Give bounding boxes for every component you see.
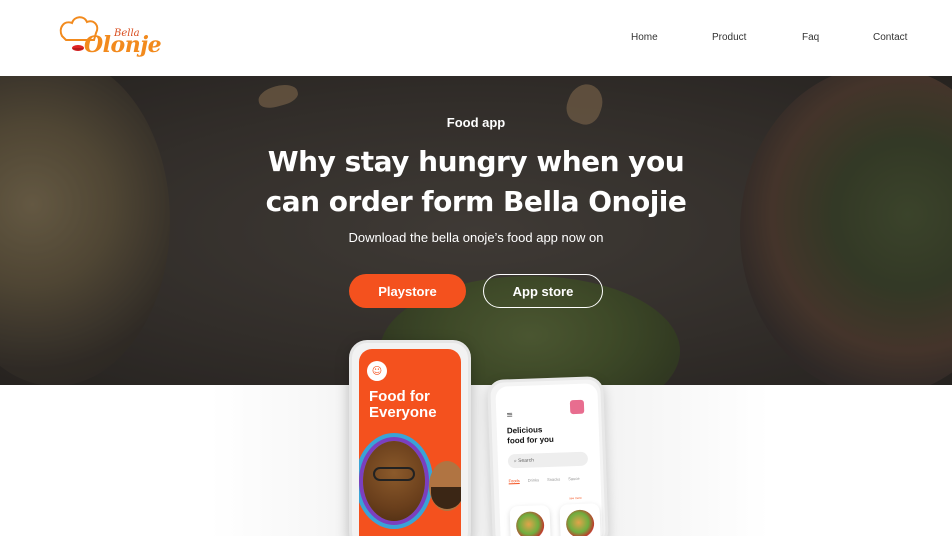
dish-image <box>565 509 595 536</box>
splash-title: Food for Everyone <box>369 389 459 421</box>
phone-screen: ☺ Food for Everyone <box>359 349 461 536</box>
app-store-button[interactable]: App store <box>483 274 603 308</box>
menu-icon: ≡ <box>506 410 514 420</box>
playstore-button[interactable]: Playstore <box>349 274 466 308</box>
hero-subtitle: Download the bella onoje’s food app now … <box>348 230 604 245</box>
glasses-illustration <box>373 467 415 481</box>
nav-contact[interactable]: Contact <box>873 32 907 43</box>
tab-snacks: Snacks <box>546 476 561 483</box>
food-card <box>559 503 601 536</box>
tab-sauce: Sauce <box>568 475 580 482</box>
phone-mockup-home: ≡ Delicious food for you ⌕ Search Foods … <box>487 376 609 536</box>
nav-product[interactable]: Product <box>712 32 746 43</box>
splash-title-line: Everyone <box>369 404 437 421</box>
phone-mockup-splash: ☺ Food for Everyone <box>349 340 471 536</box>
hero-title: Why stay hungry when you can order form … <box>0 142 952 222</box>
site-header: Bella Olonje Home Product Faq Contact <box>0 0 952 76</box>
hero-title-line: Why stay hungry when you <box>267 145 685 178</box>
splash-title-line: Food for <box>369 388 430 405</box>
home-title: Delicious food for you <box>507 424 588 447</box>
category-tabs: Foods Drinks Snacks Sauce <box>508 475 599 485</box>
character-illustration <box>363 441 425 521</box>
dish-image <box>515 511 545 536</box>
phone-screen: ≡ Delicious food for you ⌕ Search Foods … <box>495 383 603 536</box>
tab-foods: Foods <box>508 477 520 485</box>
bella-olonje-logo[interactable]: Bella Olonje <box>56 14 162 64</box>
see-more-link: see more <box>569 495 582 501</box>
logo-text-big: Olonje <box>84 32 162 58</box>
user-avatar-icon <box>569 399 585 415</box>
home-title-line: food for you <box>507 434 554 446</box>
hero-kicker: Food app <box>446 115 506 130</box>
app-preview-section <box>0 385 952 536</box>
search-placeholder: Search <box>518 457 535 465</box>
app-logo-icon: ☺ <box>367 361 387 381</box>
nav-home[interactable]: Home <box>631 32 658 43</box>
hero-title-line: can order form Bella Onojie <box>265 185 687 218</box>
tab-drinks: Drinks <box>527 477 540 483</box>
nav-faq[interactable]: Faq <box>802 32 819 43</box>
search-input: ⌕ Search <box>507 451 589 469</box>
hero-section: Food app Why stay hungry when you can or… <box>0 76 952 385</box>
food-card <box>509 504 551 536</box>
